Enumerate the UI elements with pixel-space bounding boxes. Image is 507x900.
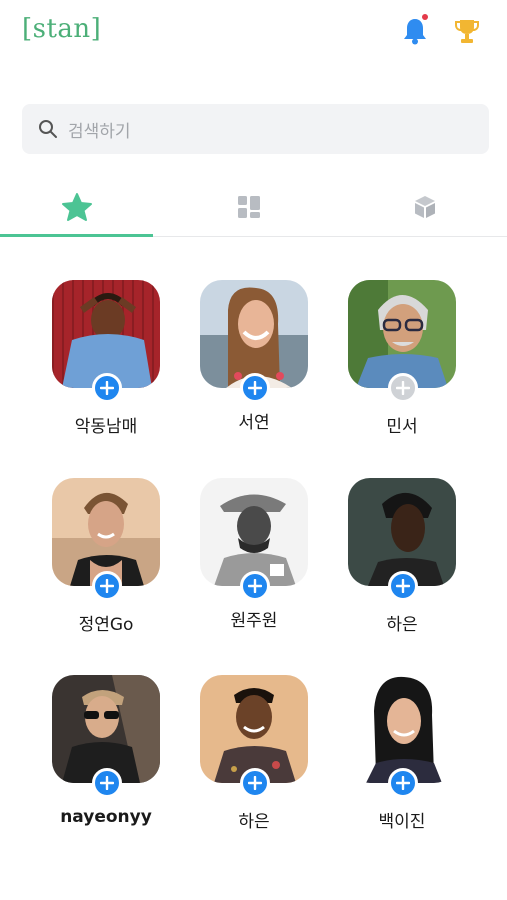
artist-photo (52, 478, 160, 586)
avatar (200, 478, 308, 601)
avatar (348, 280, 456, 403)
plus-icon (100, 381, 114, 395)
artist-photo (200, 675, 308, 783)
add-artist-button[interactable] (92, 571, 122, 601)
avatar (52, 280, 160, 403)
plus-icon (396, 776, 410, 790)
artist-card[interactable]: 원주원 (180, 478, 328, 631)
plus-icon (100, 776, 114, 790)
tab-categories[interactable] (172, 178, 325, 236)
plus-icon (248, 776, 262, 790)
stan-logo[interactable]: [stan] (22, 14, 101, 44)
avatar (52, 478, 160, 601)
artist-photo (348, 280, 456, 388)
bell-icon (404, 19, 426, 45)
artist-card[interactable]: 하은 (328, 478, 476, 635)
artist-photo (52, 280, 160, 388)
search-placeholder: 검색하기 (68, 121, 131, 142)
plus-icon (248, 381, 262, 395)
artist-name: 정연Go (78, 615, 134, 635)
artist-card[interactable]: 서연 (180, 280, 328, 433)
avatar (200, 280, 308, 403)
artist-name: 하은 (238, 812, 270, 832)
artist-name: 서연 (238, 413, 270, 433)
artist-name: 하은 (386, 615, 418, 635)
notification-dot (422, 14, 428, 20)
artist-photo (348, 478, 456, 586)
tab-favorites[interactable] (0, 178, 153, 237)
add-artist-button[interactable] (240, 571, 270, 601)
add-artist-button[interactable] (92, 373, 122, 403)
cube-icon (414, 196, 435, 218)
artist-card[interactable]: 하은 (180, 675, 328, 832)
avatar (348, 675, 456, 798)
artist-name: nayeonyy (60, 807, 152, 827)
search-icon (39, 120, 57, 138)
add-artist-button[interactable] (240, 768, 270, 798)
artist-name: 악동남매 (74, 417, 138, 437)
grid-icon (237, 196, 260, 218)
add-artist-button[interactable] (388, 768, 418, 798)
plus-icon (396, 381, 410, 395)
search-bar[interactable]: 검색하기 (22, 104, 489, 154)
artist-photo (200, 280, 308, 388)
add-artist-button[interactable] (240, 373, 270, 403)
artist-card[interactable]: 백이진 (328, 675, 476, 832)
artist-card[interactable]: 민서 (328, 280, 476, 437)
artist-name: 백이진 (378, 812, 426, 832)
add-artist-button[interactable] (92, 768, 122, 798)
plus-icon (248, 579, 262, 593)
category-tabs (0, 178, 507, 237)
trophy-icon (455, 20, 479, 43)
avatar (200, 675, 308, 798)
notification-button[interactable] (400, 14, 430, 46)
artist-name: 원주원 (230, 611, 278, 631)
add-artist-button[interactable] (388, 373, 418, 403)
avatar (52, 675, 160, 798)
artist-photo (52, 675, 160, 783)
artist-photo (200, 478, 308, 586)
plus-icon (100, 579, 114, 593)
app-header: [stan] (0, 0, 507, 70)
active-tab-indicator (0, 234, 153, 237)
tab-collections[interactable] (348, 178, 501, 236)
artist-photo (348, 675, 456, 783)
artist-name: 민서 (386, 417, 418, 437)
artist-card[interactable]: 정연Go (32, 478, 180, 635)
avatar (348, 478, 456, 601)
artist-card[interactable]: nayeonyy (32, 675, 180, 827)
trophy-button[interactable] (452, 16, 482, 46)
star-icon (61, 193, 92, 221)
artist-card[interactable]: 악동남매 (32, 280, 180, 437)
add-artist-button[interactable] (388, 571, 418, 601)
plus-icon (396, 579, 410, 593)
